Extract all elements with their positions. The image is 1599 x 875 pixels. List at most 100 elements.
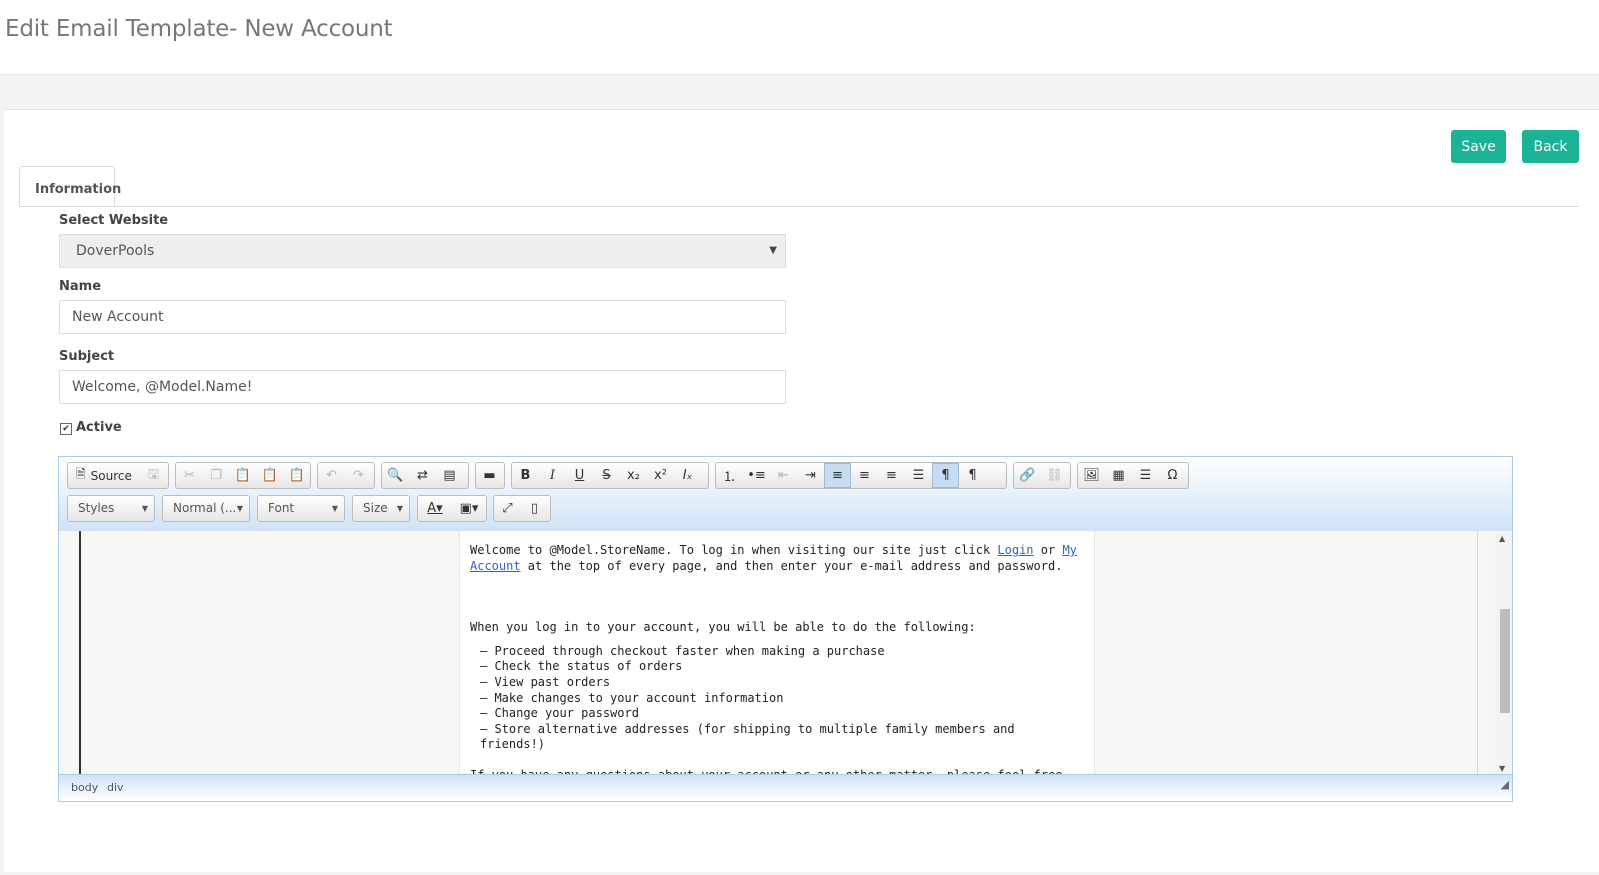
- redo-icon[interactable]: ↷: [345, 463, 372, 488]
- save-doc-icon[interactable]: 🖫: [140, 463, 167, 488]
- chevron-down-icon: ▼: [396, 504, 403, 513]
- replace-icon[interactable]: ⇄: [409, 463, 436, 488]
- toolbar-group-colors: A▾ ▣▾: [417, 495, 487, 522]
- page-title: Edit Email Template- New Account: [5, 16, 393, 42]
- indent-icon[interactable]: ⇥: [797, 463, 824, 488]
- numbered-list-icon[interactable]: ⒈: [716, 463, 743, 488]
- source-button[interactable]: 🗎 Source: [68, 463, 140, 488]
- scroll-thumb[interactable]: [1500, 609, 1510, 713]
- font-label: Font: [268, 501, 295, 515]
- path-crumb-body[interactable]: body: [71, 775, 98, 801]
- bold-icon[interactable]: B: [512, 463, 539, 488]
- strike-icon[interactable]: S: [593, 463, 620, 488]
- chevron-down-icon: ▼: [331, 504, 338, 513]
- right-rule: [1477, 531, 1478, 776]
- website-select[interactable]: DoverPools ▼: [59, 234, 786, 268]
- remove-format-icon[interactable]: Iₓ: [674, 463, 701, 488]
- editor-toolbar: 🗎 Source 🖫 ✂ ❐ 📋 📋 📋 ↶ ↷ 🔍 ⇄ ▤ ▬ B I U S…: [59, 457, 1512, 532]
- list-item: Make changes to your account information: [480, 691, 1084, 707]
- toolbar-group-form: ▬: [475, 462, 505, 489]
- size-label: Size: [363, 501, 388, 515]
- bulleted-list-icon[interactable]: •≡: [743, 463, 770, 488]
- paragraph-intro-list: When you log in to your account, you wil…: [470, 620, 976, 635]
- maximize-icon[interactable]: ⤢: [494, 496, 521, 521]
- justify-icon[interactable]: ☰: [905, 463, 932, 488]
- login-link[interactable]: Login: [997, 543, 1033, 557]
- size-dropdown[interactable]: Size ▼: [352, 495, 410, 522]
- italic-icon[interactable]: I: [539, 463, 566, 488]
- chevron-down-icon: ▼: [769, 245, 777, 256]
- active-checkbox[interactable]: ✔: [60, 423, 72, 435]
- chevron-down-icon: ▼: [141, 504, 148, 513]
- paragraph-welcome: Welcome to @Model.StoreName. To log in w…: [470, 543, 1077, 573]
- toolbar-group-paragraph: ⒈ •≡ ⇤ ⇥ ≡ ≡ ≡ ☰ ¶ ¶: [715, 462, 1007, 489]
- format-dropdown[interactable]: Normal (... ▼: [162, 495, 250, 522]
- source-icon: 🗎: [76, 467, 86, 481]
- undo-icon[interactable]: ↶: [318, 463, 345, 488]
- horizontal-rule-icon[interactable]: ☰: [1132, 463, 1159, 488]
- background-color-icon[interactable]: ▣▾: [452, 496, 486, 521]
- toolbar-group-undo: ↶ ↷: [317, 462, 375, 489]
- save-button[interactable]: Save: [1451, 130, 1506, 163]
- back-button[interactable]: Back: [1522, 130, 1579, 163]
- outdent-icon[interactable]: ⇤: [770, 463, 797, 488]
- scroll-up-icon[interactable]: ▲: [1499, 534, 1505, 543]
- unlink-icon[interactable]: ⛓: [1041, 463, 1068, 488]
- superscript-icon[interactable]: x²: [647, 463, 674, 488]
- feature-list: Proceed through checkout faster when mak…: [480, 644, 1084, 753]
- align-right-icon[interactable]: ≡: [878, 463, 905, 488]
- name-input[interactable]: New Account: [59, 300, 786, 334]
- paste-word-icon[interactable]: 📋: [283, 463, 310, 488]
- toolbar-group-clipboard: ✂ ❐ 📋 📋 📋: [175, 462, 311, 489]
- link-icon[interactable]: 🔗: [1014, 463, 1041, 488]
- resize-handle-icon[interactable]: ◢: [1501, 772, 1509, 798]
- editor-content-area[interactable]: Welcome to @Model.StoreName. To log in w…: [59, 531, 1495, 776]
- ltr-icon[interactable]: ¶: [932, 463, 959, 488]
- source-label: Source: [90, 468, 132, 483]
- table-icon[interactable]: ▦: [1105, 463, 1132, 488]
- list-item: Store alternative addresses (for shippin…: [480, 722, 1084, 753]
- paste-icon[interactable]: 📋: [230, 463, 257, 488]
- editor-scrollbar[interactable]: ▲ ▼: [1495, 531, 1512, 776]
- align-center-icon[interactable]: ≡: [851, 463, 878, 488]
- find-icon[interactable]: 🔍: [382, 463, 409, 488]
- toolbar-group-basicstyles: B I U S x₂ x² Iₓ: [511, 462, 709, 489]
- special-char-icon[interactable]: Ω: [1159, 463, 1186, 488]
- toolbar-group-document: 🗎 Source 🖫: [67, 462, 169, 489]
- tab-bar: Information: [19, 166, 1579, 207]
- website-label: Select Website: [59, 213, 169, 228]
- page-header: Edit Email Template- New Account: [0, 0, 1599, 75]
- list-item: Check the status of orders: [480, 659, 1084, 675]
- rich-text-editor: 🗎 Source 🖫 ✂ ❐ 📋 📋 📋 ↶ ↷ 🔍 ⇄ ▤ ▬ B I U S…: [58, 456, 1513, 802]
- toolbar-group-links: 🔗 ⛓: [1013, 462, 1071, 489]
- paste-text-icon[interactable]: 📋: [256, 463, 283, 488]
- subscript-icon[interactable]: x₂: [620, 463, 647, 488]
- cut-icon[interactable]: ✂: [176, 463, 203, 488]
- toolbar-group-tools: ⤢ ▯: [493, 495, 551, 522]
- subject-input[interactable]: Welcome, @Model.Name!: [59, 370, 786, 404]
- subject-label: Subject: [59, 349, 115, 364]
- image-icon[interactable]: 🖼: [1078, 463, 1105, 488]
- text-color-icon[interactable]: A▾: [418, 496, 452, 521]
- form-field-icon[interactable]: ▬: [476, 463, 503, 488]
- list-item: Proceed through checkout faster when mak…: [480, 644, 1084, 660]
- toolbar-group-find: 🔍 ⇄ ▤: [381, 462, 469, 489]
- align-left-icon[interactable]: ≡: [824, 463, 851, 488]
- styles-label: Styles: [78, 501, 115, 515]
- list-item: View past orders: [480, 675, 1084, 691]
- font-dropdown[interactable]: Font ▼: [257, 495, 345, 522]
- left-rule: [79, 531, 81, 776]
- rtl-icon[interactable]: ¶: [959, 463, 986, 488]
- format-label: Normal (...: [173, 501, 237, 515]
- name-label: Name: [59, 279, 102, 294]
- copy-icon[interactable]: ❐: [203, 463, 230, 488]
- select-all-icon[interactable]: ▤: [436, 463, 463, 488]
- email-body[interactable]: Welcome to @Model.StoreName. To log in w…: [459, 531, 1095, 776]
- show-blocks-icon[interactable]: ▯: [521, 496, 548, 521]
- toolbar-group-insert: 🖼 ▦ ☰ Ω: [1077, 462, 1189, 489]
- active-label: Active: [76, 420, 122, 435]
- path-crumb-div[interactable]: div: [107, 775, 124, 801]
- underline-icon[interactable]: U: [566, 463, 593, 488]
- tab-information[interactable]: Information: [19, 166, 121, 206]
- styles-dropdown[interactable]: Styles ▼: [67, 495, 155, 522]
